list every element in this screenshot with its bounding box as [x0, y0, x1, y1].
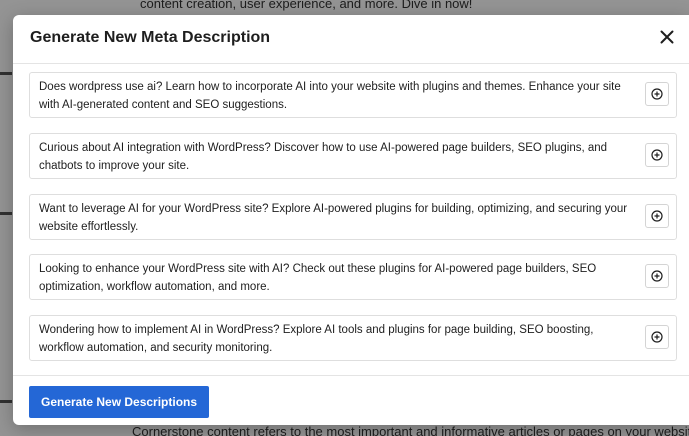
use-description-button[interactable] [645, 82, 669, 106]
description-option: Curious about AI integration with WordPr… [29, 133, 677, 179]
use-description-button[interactable] [645, 143, 669, 167]
modal-header: Generate New Meta Description [13, 15, 689, 64]
close-button[interactable] [655, 25, 679, 49]
description-text: Wondering how to implement AI in WordPre… [39, 324, 594, 354]
modal-title: Generate New Meta Description [30, 29, 271, 46]
plus-circle-icon [651, 270, 663, 282]
plus-circle-icon [651, 149, 663, 161]
description-text: Curious about AI integration with WordPr… [39, 142, 608, 172]
plus-circle-icon [651, 331, 663, 343]
plus-circle-icon [651, 88, 663, 100]
modal-footer: Generate New Descriptions [13, 375, 689, 425]
description-option: Looking to enhance your WordPress site w… [29, 254, 677, 300]
description-option: Wondering how to implement AI in WordPre… [29, 315, 677, 361]
modal-body: Does wordpress use ai? Learn how to inco… [13, 64, 689, 374]
plus-circle-icon [651, 210, 663, 222]
description-text: Looking to enhance your WordPress site w… [39, 263, 597, 293]
generate-new-descriptions-button[interactable]: Generate New Descriptions [29, 386, 210, 418]
use-description-button[interactable] [645, 204, 669, 228]
use-description-button[interactable] [645, 325, 669, 349]
description-option: Want to leverage AI for your WordPress s… [29, 194, 677, 240]
description-text: Does wordpress use ai? Learn how to inco… [39, 81, 621, 111]
close-icon [660, 30, 674, 44]
description-option: Does wordpress use ai? Learn how to inco… [29, 72, 677, 118]
use-description-button[interactable] [645, 264, 669, 288]
meta-description-modal: Generate New Meta Description Does wordp… [13, 15, 689, 425]
description-text: Want to leverage AI for your WordPress s… [39, 203, 628, 233]
